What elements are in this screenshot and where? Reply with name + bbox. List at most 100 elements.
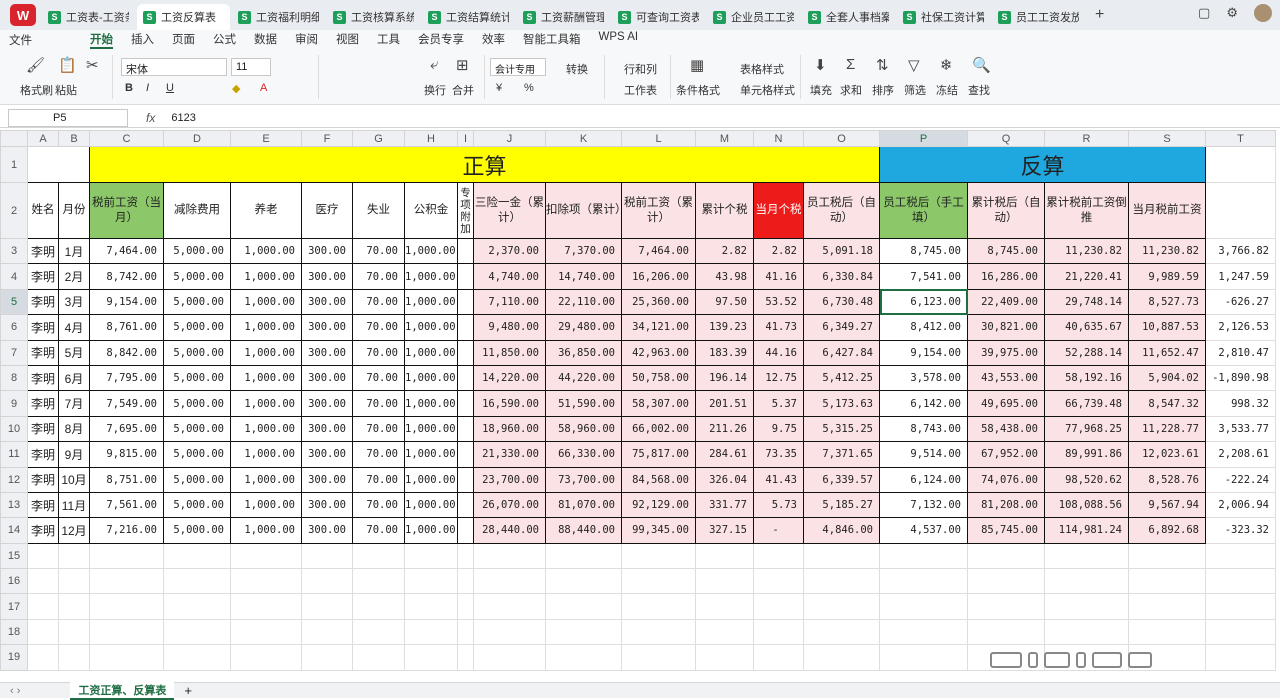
table-cell[interactable]: 300.00 [301, 517, 353, 544]
table-cell[interactable]: 331.77 [695, 491, 754, 519]
font-name-select[interactable]: 宋体 [121, 58, 227, 76]
empty-cell[interactable] [1205, 568, 1276, 595]
filter-button[interactable]: 筛选 [904, 82, 926, 98]
empty-cell[interactable] [457, 542, 474, 570]
table-cell[interactable]: 22,409.00 [967, 288, 1045, 316]
table-cell[interactable]: 4,740.00 [473, 263, 546, 290]
table-cell[interactable]: 70.00 [352, 237, 405, 265]
table-cell[interactable]: 1,000.00 [230, 415, 302, 443]
table-cell[interactable]: 7,132.00 [879, 491, 968, 519]
empty-cell[interactable] [621, 568, 696, 595]
table-cell[interactable]: 8,751.00 [89, 466, 164, 493]
table-cell[interactable]: 1,000.00 [404, 263, 458, 290]
row-header[interactable]: 14 [0, 517, 28, 544]
empty-cell[interactable] [1205, 618, 1276, 646]
empty-cell[interactable] [404, 568, 458, 595]
table-cell[interactable]: 29,748.14 [1044, 288, 1129, 316]
empty-cell[interactable] [803, 568, 880, 595]
column-header[interactable]: C [89, 130, 164, 147]
table-cell[interactable]: 43,553.00 [967, 364, 1045, 392]
table-cell[interactable]: 李明 [27, 314, 59, 341]
empty-cell[interactable] [89, 542, 164, 570]
table-cell[interactable]: 5,000.00 [163, 441, 231, 468]
table-cell[interactable]: 8,528.76 [1128, 466, 1206, 493]
empty-cell[interactable] [473, 618, 546, 646]
table-cell[interactable]: 7,371.65 [803, 441, 880, 468]
empty-cell[interactable] [967, 568, 1045, 595]
table-cell[interactable]: 12月 [58, 517, 90, 544]
table-cell[interactable]: 97.50 [695, 288, 754, 316]
table-cell[interactable]: 5,000.00 [163, 517, 231, 544]
empty-cell[interactable] [404, 644, 458, 671]
table-cell[interactable]: 1,000.00 [404, 314, 458, 341]
table-cell[interactable]: 5,091.18 [803, 237, 880, 265]
row-header[interactable]: 3 [0, 237, 28, 265]
column-title[interactable]: 三险一金（累计） [473, 182, 546, 239]
menu-item[interactable]: 审阅 [295, 31, 318, 49]
convert-button[interactable]: 转换 [566, 61, 588, 77]
table-cell[interactable]: 1,247.59 [1205, 263, 1276, 290]
table-cell[interactable]: 44,220.00 [545, 364, 622, 392]
table-cell[interactable] [457, 517, 474, 544]
doc-tab[interactable]: S 工资表-工资条 [42, 4, 135, 30]
column-title[interactable]: 税前工资（累计） [621, 182, 696, 239]
empty-cell[interactable] [230, 568, 302, 595]
empty-cell[interactable] [301, 618, 353, 646]
row-header[interactable]: 1 [0, 146, 28, 183]
freeze-icon[interactable]: ❄ [940, 56, 953, 74]
row-header[interactable]: 5 [0, 288, 28, 316]
empty-cell[interactable] [473, 542, 546, 570]
table-cell[interactable]: 6,142.00 [879, 390, 968, 417]
table-cell[interactable]: 300.00 [301, 288, 353, 316]
doc-tab[interactable]: S 工资福利明细 [232, 4, 325, 30]
table-cell[interactable]: 5,173.63 [803, 390, 880, 417]
empty-cell[interactable] [301, 644, 353, 671]
empty-cell[interactable] [545, 644, 622, 671]
table-cell[interactable]: 4,537.00 [879, 517, 968, 544]
table-cell[interactable]: 李明 [27, 237, 59, 265]
fill-icon[interactable]: ⬇ [814, 56, 827, 74]
table-cell[interactable]: 201.51 [695, 390, 754, 417]
table-cell[interactable]: 3,578.00 [879, 364, 968, 392]
new-tab-icon[interactable]: + [1095, 6, 1104, 24]
add-sheet-icon[interactable]: + [184, 683, 192, 698]
table-cell[interactable]: 9月 [58, 441, 90, 468]
table-cell[interactable]: 326.04 [695, 466, 754, 493]
table-cell[interactable]: 5,000.00 [163, 237, 231, 265]
empty-cell[interactable] [58, 644, 90, 671]
wps-logo[interactable]: W [10, 4, 36, 26]
empty-cell[interactable] [621, 593, 696, 620]
table-cell[interactable]: 10月 [58, 466, 90, 493]
table-cell[interactable]: 9,480.00 [473, 314, 546, 341]
table-cell[interactable]: 211.26 [695, 415, 754, 443]
menu-item[interactable]: 数据 [254, 31, 277, 49]
table-cell[interactable]: 1,000.00 [230, 263, 302, 290]
table-cell[interactable]: 9,567.94 [1128, 491, 1206, 519]
table-cell[interactable]: 300.00 [301, 466, 353, 493]
conditional-format-icon[interactable]: ▦ [690, 56, 704, 74]
column-header[interactable]: R [1044, 130, 1129, 147]
table-cell[interactable]: 5,904.02 [1128, 364, 1206, 392]
column-header[interactable]: F [301, 130, 353, 147]
empty-cell[interactable] [352, 593, 405, 620]
menu-item[interactable]: 视图 [336, 31, 359, 49]
table-cell[interactable]: 18,960.00 [473, 415, 546, 443]
table-cell[interactable]: 98,520.62 [1044, 466, 1129, 493]
row-header[interactable]: 9 [0, 390, 28, 417]
column-title[interactable]: 当月税前工资 [1128, 182, 1206, 239]
table-cell[interactable]: 11,652.47 [1128, 339, 1206, 366]
table-cell[interactable]: 8,742.00 [89, 263, 164, 290]
table-cell[interactable]: 84,568.00 [621, 466, 696, 493]
empty-cell[interactable] [27, 542, 59, 570]
table-cell[interactable]: 70.00 [352, 263, 405, 290]
sum-button[interactable]: 求和 [840, 82, 862, 98]
table-cell[interactable]: 5,000.00 [163, 491, 231, 519]
empty-cell[interactable] [1128, 593, 1206, 620]
table-cell[interactable]: 114,981.24 [1044, 517, 1129, 544]
menu-item[interactable]: 开始 [90, 31, 113, 49]
table-cell[interactable]: 5月 [58, 339, 90, 366]
table-cell[interactable]: 李明 [27, 441, 59, 468]
column-title[interactable]: 累计个税 [695, 182, 754, 239]
empty-cell[interactable] [457, 644, 474, 671]
empty-cell[interactable] [230, 542, 302, 570]
